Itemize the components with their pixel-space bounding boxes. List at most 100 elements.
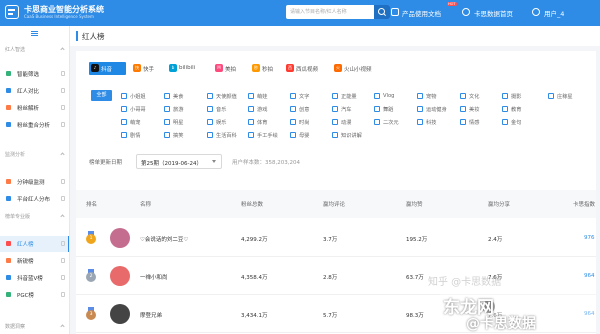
rank-medal-icon: 1 [86, 231, 96, 244]
column-header[interactable]: 赢均评论 [323, 200, 345, 208]
sidebar-item-label: 粉丝重合分析 [17, 123, 51, 129]
user-menu[interactable]: 用户_4 [544, 8, 564, 18]
cell-fans: 4,299.2万 [241, 237, 268, 243]
category-all[interactable]: 全部 [91, 90, 112, 101]
sidebar-item-label: 平台红人分布 [17, 197, 51, 203]
cell-name[interactable]: 一禅小和尚 [140, 273, 168, 281]
sidebar-item[interactable]: 抖音蓝V榜 [0, 270, 69, 286]
column-header[interactable]: 粉丝总数 [241, 200, 263, 208]
category-icon [248, 132, 254, 138]
column-header[interactable]: 卡思指数 [573, 200, 595, 208]
category-icon [332, 93, 338, 99]
column-header[interactable]: 赢均分享 [488, 200, 510, 208]
platform-tab[interactable]: b bilibili [167, 62, 209, 75]
search-input[interactable]: 请输入节目名称/红人名称 [290, 8, 347, 15]
platform-tab[interactable]: 火火山小视频 [332, 62, 384, 75]
category-icon [164, 93, 170, 99]
platform-logo-icon: b [169, 64, 177, 72]
sidebar-section-title[interactable]: 榜单专业版 [5, 213, 30, 220]
category-label: 美食 [173, 94, 184, 100]
chevron-up-icon[interactable] [60, 152, 65, 157]
category-label: 动漫 [341, 120, 352, 126]
sidebar-item[interactable]: 红人榜 [0, 236, 69, 252]
table-row[interactable]: 1 ♡会说话的刘二豆♡ 4,299.2万 3.7万 195.2万 2.4万 976 [76, 219, 596, 257]
chevron-up-icon[interactable] [60, 324, 65, 329]
monitor-icon [6, 179, 11, 184]
category-label: 旅游 [173, 107, 184, 113]
logo-icon[interactable] [5, 5, 19, 19]
column-header: 排名 [86, 202, 98, 208]
platform-tab-label: 西瓜视频 [296, 67, 319, 73]
nav-docs-link[interactable]: 产品使用文档 [402, 8, 441, 18]
platform-tab[interactable]: 快快手 [131, 62, 163, 75]
table-row[interactable]: 2 一禅小和尚 4,358.4万 2.8万 63.7万 7.6万 964 [76, 257, 596, 295]
sidebar-item[interactable]: 智能筛选 [0, 66, 69, 82]
platform-tab-label: 美拍 [225, 67, 237, 73]
category-icon [248, 106, 254, 112]
category-icon [502, 93, 508, 99]
cell-name[interactable]: 摩登兄弟 [140, 311, 162, 319]
chevron-up-icon[interactable] [60, 214, 65, 219]
category-icon [332, 106, 338, 112]
platform-tab[interactable]: ♪ 抖音 [89, 62, 126, 75]
sidebar-item[interactable]: 粉丝重合分析 [0, 117, 69, 133]
category-label: 体育 [257, 120, 268, 126]
overlap-icon [6, 122, 11, 127]
cell-name[interactable]: ♡会说话的刘二豆♡ [140, 235, 188, 243]
sidebar-item[interactable]: 新锐榜 [0, 253, 69, 269]
category-icon [332, 119, 338, 125]
sidebar-item[interactable]: PGC榜 [0, 287, 69, 303]
fans-icon [6, 105, 11, 110]
platform-tab[interactable]: M 美拍 [213, 62, 246, 75]
category-icon [374, 119, 380, 125]
category-icon [417, 119, 423, 125]
lock-icon [61, 292, 65, 297]
search-icon[interactable] [374, 5, 390, 19]
category-label: 小哥哥 [130, 107, 146, 113]
category-icon [121, 132, 127, 138]
sidebar-section-title[interactable]: 红人智选 [5, 46, 25, 53]
sidebar: 红人智选智能筛选 红人对比 粉丝解析粉丝重合分析监测分析分钟级监测平台红人分布榜单专… [0, 26, 70, 334]
user-icon [532, 8, 540, 16]
sidebar-item[interactable]: 粉丝解析 [0, 100, 69, 116]
menu-toggle-icon[interactable] [31, 31, 38, 36]
sidebar-item[interactable]: 平台红人分布 [0, 191, 69, 207]
sidebar-item-label: 抖音蓝V榜 [17, 276, 43, 282]
category-label: 运动健身 [426, 107, 447, 113]
cell-index[interactable]: 964 [584, 273, 595, 279]
sidebar-section-title[interactable]: 数据洞察 [5, 323, 25, 330]
sidebar-item[interactable]: 红人对比 [0, 83, 69, 99]
rank-number: 3 [86, 310, 96, 320]
category-label: 剧情 [130, 133, 141, 139]
platform-tab[interactable]: 秒秒拍 [250, 62, 280, 75]
category-icon [417, 93, 423, 99]
category-icon [248, 93, 254, 99]
chevron-up-icon[interactable] [60, 47, 65, 52]
avatar[interactable] [110, 304, 130, 324]
avatar[interactable] [110, 228, 130, 248]
category-label: 创意 [299, 107, 310, 113]
category-label: 音乐 [216, 107, 227, 113]
platform-logo-icon: M [215, 64, 223, 72]
category-icon [374, 106, 380, 112]
avatar[interactable] [110, 266, 130, 286]
sidebar-section-title[interactable]: 监测分析 [5, 151, 25, 158]
sidebar-item[interactable]: 分钟级监测 [0, 174, 69, 190]
cell-index[interactable]: 976 [584, 235, 595, 241]
cell-comments: 5.7万 [323, 313, 338, 319]
lock-icon [61, 71, 65, 76]
category-icon [207, 93, 213, 99]
lock-icon [61, 275, 65, 280]
period-select[interactable]: 第25期（2019-06-24） [136, 154, 222, 169]
cell-comments: 3.7万 [323, 237, 338, 243]
category-label: 手工手绘 [257, 133, 278, 139]
platform-tab[interactable]: 西西瓜视频 [284, 62, 328, 75]
update-date-label: 榜单更新日期 [89, 160, 123, 166]
nav-home-link[interactable]: 卡思数据首页 [474, 8, 513, 18]
category-label: 明星 [173, 120, 184, 126]
platform-logo-icon: ♪ [91, 64, 99, 72]
platform-logo-icon: 火 [334, 64, 342, 72]
column-header[interactable]: 赢均赞 [406, 200, 423, 208]
category-icon [417, 106, 423, 112]
category-label: 天使颜值 [216, 94, 237, 100]
